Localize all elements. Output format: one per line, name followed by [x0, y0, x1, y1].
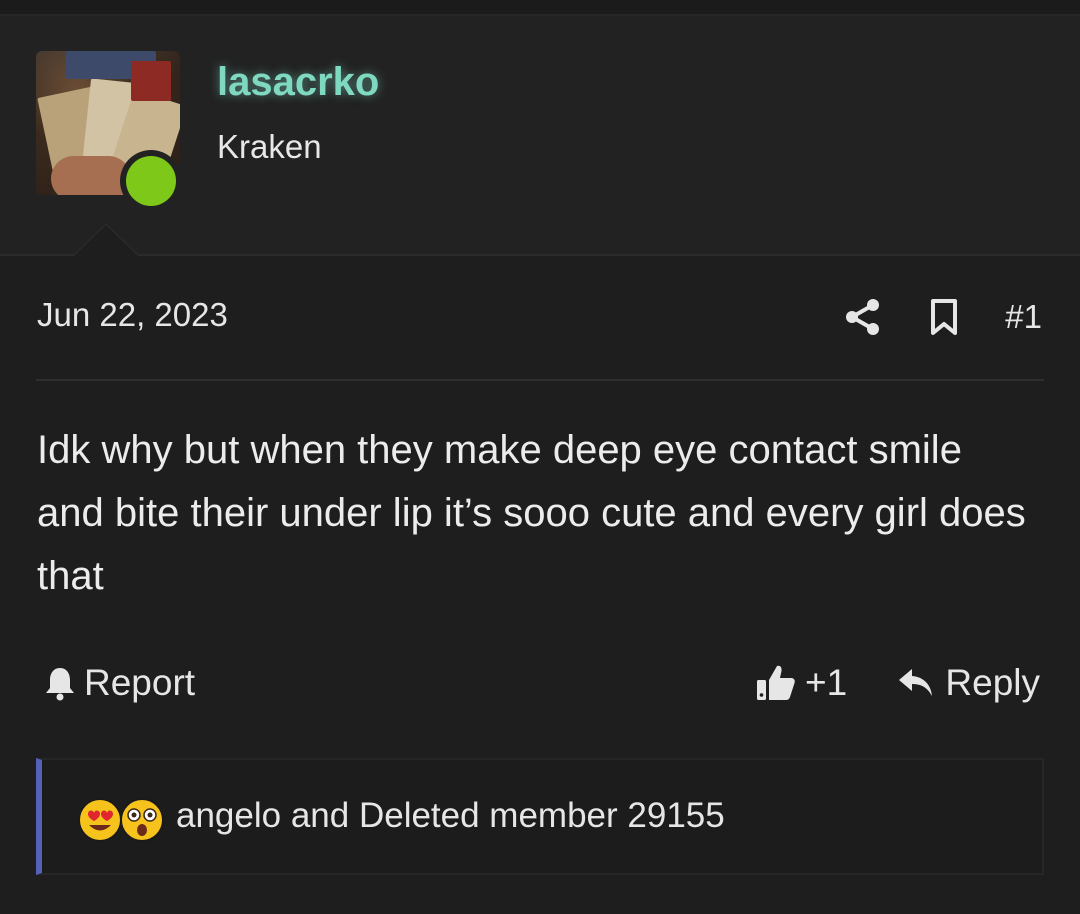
top-separator: [0, 0, 1080, 16]
reply-button[interactable]: Reply: [897, 660, 1040, 706]
heart-eyes-emoji-icon: [78, 798, 122, 842]
username[interactable]: lasacrko: [217, 60, 379, 105]
bookmark-icon[interactable]: [927, 297, 961, 337]
user-title: Kraken: [217, 128, 322, 165]
reaction-emojis: [78, 798, 168, 844]
post-number[interactable]: #1: [1005, 298, 1042, 336]
astonished-emoji-icon: [120, 798, 164, 842]
like-count: +1: [805, 662, 848, 703]
post-divider: [36, 379, 1044, 381]
report-label: Report: [84, 662, 196, 703]
report-button[interactable]: Report: [44, 660, 195, 706]
bell-icon: [44, 665, 76, 701]
header-pointer: [72, 223, 140, 256]
post-header-actions: #1: [843, 294, 1042, 340]
thumbs-up-icon: [755, 662, 797, 704]
share-icon[interactable]: [843, 297, 883, 337]
reply-label: Reply: [945, 662, 1040, 703]
like-button[interactable]: +1: [755, 660, 847, 706]
post-body: Idk why but when they make deep eye cont…: [37, 428, 1026, 598]
online-status-indicator: [126, 156, 176, 206]
post-date[interactable]: Jun 22, 2023: [37, 296, 228, 334]
reply-arrow-icon: [897, 666, 935, 700]
reaction-users[interactable]: angelo and Deleted member 29155: [176, 796, 725, 836]
reactions-bar[interactable]: angelo and Deleted member 29155: [36, 758, 1044, 875]
